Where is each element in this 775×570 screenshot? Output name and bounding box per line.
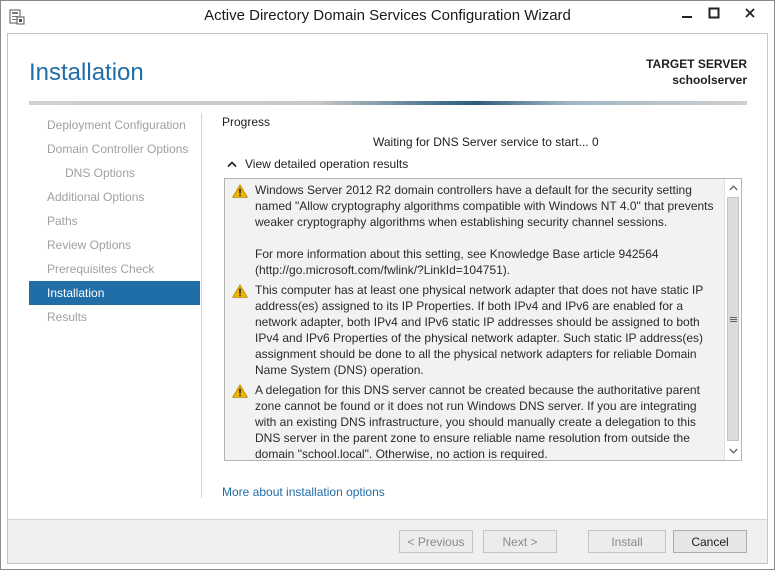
nav-item-review-options: Review Options: [47, 238, 132, 252]
chevron-up-icon: [728, 185, 738, 191]
results-scrollbar[interactable]: [724, 179, 741, 460]
result-message-text: For more information about this setting,…: [255, 247, 659, 277]
maximize-button[interactable]: [700, 2, 727, 23]
nav-item-results: Results: [47, 310, 88, 324]
nav-divider: [201, 113, 202, 498]
nav-item-prerequisites-check: Prerequisites Check: [47, 262, 155, 276]
status-text: Waiting for DNS Server service to start.…: [373, 135, 599, 149]
target-server: TARGET SERVER schoolserver: [646, 56, 747, 88]
warning-icon: [232, 184, 248, 198]
title-bar[interactable]: Active Directory Domain Services Configu…: [1, 1, 774, 33]
minimize-icon: [681, 15, 692, 18]
grip-icon: [729, 316, 737, 322]
result-message-text: This computer has at least one physical …: [255, 283, 704, 377]
operation-results-list: Windows Server 2012 R2 domain controller…: [225, 179, 724, 460]
progress-label: Progress: [222, 115, 271, 129]
install-button[interactable]: Install: [588, 530, 666, 553]
previous-button[interactable]: < Previous: [399, 530, 473, 553]
window-title: Active Directory Domain Services Configu…: [204, 7, 571, 24]
nav-item-deployment-configuration: Deployment Configuration: [47, 118, 186, 132]
scroll-thumb[interactable]: [727, 197, 739, 441]
result-message: This computer has at least one physical …: [225, 282, 724, 378]
scroll-down-button[interactable]: [725, 443, 741, 459]
next-button[interactable]: Next >: [483, 530, 557, 553]
nav-item-dns-options: DNS Options: [65, 166, 136, 180]
result-message-text: Windows Server 2012 R2 domain controller…: [255, 183, 714, 229]
wizard-window: Active Directory Domain Services Configu…: [0, 0, 775, 570]
nav-item-paths: Paths: [47, 214, 78, 228]
result-message: Windows Server 2012 R2 domain controller…: [225, 182, 724, 278]
more-about-installation-link[interactable]: More about installation options: [222, 485, 385, 499]
warning-icon: [232, 384, 248, 398]
target-server-name: schoolserver: [672, 73, 747, 87]
nav-item-domain-controller-options: Domain Controller Options: [47, 142, 189, 156]
header-progress-rule: [29, 101, 747, 105]
nav-item-installation[interactable]: Installation: [29, 281, 200, 305]
minimize-button[interactable]: [673, 2, 700, 23]
close-icon: [744, 7, 755, 18]
view-details-toggle[interactable]: View detailed operation results: [227, 157, 408, 171]
maximize-icon: [708, 7, 719, 18]
nav-item-additional-options: Additional Options: [47, 190, 145, 204]
close-button[interactable]: [727, 2, 772, 23]
scroll-up-button[interactable]: [725, 180, 741, 196]
operation-results-box[interactable]: Windows Server 2012 R2 domain controller…: [224, 178, 742, 461]
chevron-up-icon: [227, 161, 237, 168]
result-message-text: A delegation for this DNS server cannot …: [255, 383, 700, 460]
wizard-nav: Deployment Configuration Domain Controll…: [29, 113, 200, 329]
view-details-label: View detailed operation results: [245, 157, 409, 171]
result-message: A delegation for this DNS server cannot …: [225, 382, 724, 460]
target-server-label: TARGET SERVER: [646, 57, 747, 71]
cancel-button[interactable]: Cancel: [673, 530, 747, 553]
chevron-down-icon: [728, 448, 738, 454]
page-title: Installation: [29, 59, 144, 86]
warning-icon: [232, 284, 248, 298]
